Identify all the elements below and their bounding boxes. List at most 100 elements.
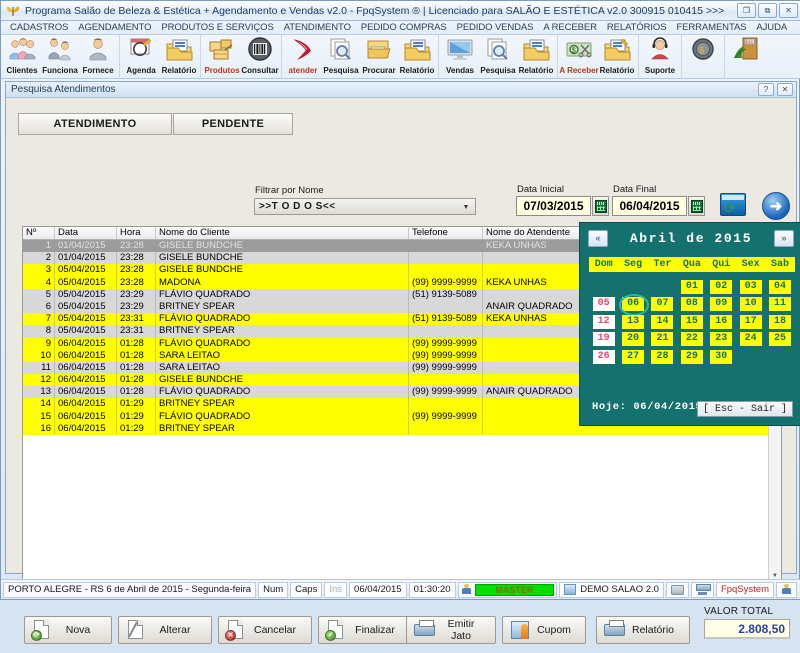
cupom-button[interactable]: Cupom: [502, 616, 586, 644]
toolbar-button-vendas[interactable]: Vendas: [441, 35, 479, 79]
calendar-day-04[interactable]: 04: [769, 279, 792, 294]
relatorio-button[interactable]: Relatório: [596, 616, 690, 644]
menu-item-pedido-compras[interactable]: PEDIDO COMPRAS: [356, 22, 452, 33]
tab-atendimento[interactable]: ATENDIMENTO: [18, 113, 172, 135]
calendar-day-13[interactable]: 13: [622, 314, 645, 329]
calendar-day-29[interactable]: 29: [680, 349, 703, 364]
calendar-day-01[interactable]: 01: [680, 279, 703, 294]
toolbar-button-fornecedores[interactable]: Fornece: [79, 35, 117, 79]
menu-item-produtos-servicos[interactable]: PRODUTOS E SERVIÇOS: [156, 22, 278, 33]
menu-item-cadastros[interactable]: CADASTROS: [5, 22, 73, 33]
calendar-day-23[interactable]: 23: [710, 332, 733, 347]
go-button[interactable]: ➜: [762, 192, 790, 220]
calendar-day-10[interactable]: 10: [739, 297, 762, 312]
toolbar-button-suporte[interactable]: Suporte: [641, 35, 679, 79]
barcode-icon: [246, 36, 274, 63]
toolbar-button-agenda-relatorio[interactable]: Relatório: [160, 35, 198, 79]
menu-item-pedido-vendas[interactable]: PEDIDO VENDAS: [452, 22, 539, 33]
close-icon[interactable]: ✕: [779, 3, 798, 18]
calendar-day-19[interactable]: 19: [592, 332, 615, 347]
toolbar-button-atender[interactable]: atender: [284, 35, 322, 79]
menu-item-agendamento[interactable]: AGENDAMENTO: [73, 22, 156, 33]
data-inicial-input[interactable]: 07/03/2015: [516, 196, 591, 216]
menu-item-ferramentas[interactable]: FERRAMENTAS: [671, 22, 751, 33]
toolbar-button-procurar[interactable]: Procurar: [360, 35, 398, 79]
data-final-input[interactable]: 06/04/2015: [612, 196, 687, 216]
toolbar-button-a-receber[interactable]: $ A Receber: [559, 35, 599, 79]
toolbar-button-produtos[interactable]: Produtos: [203, 35, 241, 79]
status-network[interactable]: [690, 581, 714, 598]
menu-item-ajuda[interactable]: AJUDA: [751, 22, 792, 33]
window-title: Programa Salão de Beleza & Estética + Ag…: [25, 4, 725, 17]
emitir-jato-button[interactable]: Emitir Jato: [406, 616, 496, 644]
toolbar-button-vendas-relatorio[interactable]: Relatório: [517, 35, 555, 79]
calendar-escape-button[interactable]: [ Esc - Sair ]: [696, 401, 793, 417]
toolbar-button-vendas-pesquisa[interactable]: Pesquisa: [479, 35, 517, 79]
calendar-day-12[interactable]: 12: [592, 314, 615, 329]
toolbar-button-exit[interactable]: EXIT: [727, 35, 765, 79]
next-month-button[interactable]: »: [774, 230, 794, 247]
column-header-telefone[interactable]: Telefone: [409, 227, 483, 239]
calendar-day-16[interactable]: 16: [710, 314, 733, 329]
calendar-day-28[interactable]: 28: [651, 349, 674, 364]
toolbar-button-atendimento-pesquisa[interactable]: Pesquisa: [322, 35, 360, 79]
status-printer[interactable]: [665, 581, 689, 598]
column-header-numero[interactable]: Nº: [23, 227, 55, 239]
calendar-day-03[interactable]: 03: [739, 279, 762, 294]
column-header-hora[interactable]: Hora: [117, 227, 156, 239]
cell-numero: 15: [23, 410, 55, 423]
alterar-button[interactable]: Alterar: [118, 616, 212, 644]
column-header-cliente[interactable]: Nome do Cliente: [156, 227, 409, 239]
toolbar-button-a-receber-relatorio[interactable]: Relatório: [598, 35, 636, 79]
column-header-data[interactable]: Data: [55, 227, 117, 239]
nova-button[interactable]: ⟳ Nova: [24, 616, 112, 644]
close-icon[interactable]: ✕: [777, 83, 793, 96]
calendar-day-06[interactable]: 06: [619, 294, 650, 317]
calendar-day-20[interactable]: 20: [622, 332, 645, 347]
calendar-picker-final-button[interactable]: [688, 196, 705, 216]
help-icon[interactable]: ?: [758, 83, 774, 96]
calendar-day-11[interactable]: 11: [769, 297, 792, 312]
refresh-button[interactable]: ⟳: [720, 193, 746, 218]
toolbar-button-funcionarios[interactable]: Funciona: [41, 35, 79, 79]
calendar-day-26[interactable]: 26: [592, 349, 615, 364]
status-caps-lock: Caps: [290, 581, 323, 598]
cell-numero: 9: [23, 337, 55, 350]
button-label: Cupom: [537, 624, 571, 636]
calendar-day-24[interactable]: 24: [739, 332, 762, 347]
tab-pendente[interactable]: PENDENTE: [173, 113, 293, 135]
calendar-day-07[interactable]: 07: [651, 297, 674, 312]
calendar-day-14[interactable]: 14: [651, 314, 674, 329]
valor-total-label: VALOR TOTAL: [704, 606, 774, 617]
calendar-day-25[interactable]: 25: [769, 332, 792, 347]
calendar-day-09[interactable]: 09: [710, 297, 733, 312]
toolbar-button-atendimento-relatorio[interactable]: Relatório: [398, 35, 436, 79]
toolbar-button-agenda[interactable]: Agenda: [122, 35, 160, 79]
calendar-day-05[interactable]: 05: [592, 297, 615, 312]
chevron-down-icon[interactable]: ▼: [459, 201, 473, 213]
calendar-day-27[interactable]: 27: [622, 349, 645, 364]
menu-item-relatorios[interactable]: RELATÓRIOS: [602, 22, 672, 33]
finalizar-button[interactable]: ✓ Finalizar: [318, 616, 412, 644]
filter-by-name-select[interactable]: >>T O D O S<< ▼: [254, 198, 476, 215]
date-picker-popup[interactable]: « Abril de 2015 » Dom Seg Ter Qua Qui Se…: [579, 222, 800, 426]
cancelar-button[interactable]: ✕ Cancelar: [218, 616, 312, 644]
toolbar-button-coin[interactable]: $: [684, 35, 722, 79]
printer-icon: [413, 619, 437, 641]
calendar-day-21[interactable]: 21: [651, 332, 674, 347]
menu-item-a-receber[interactable]: A RECEBER: [538, 22, 601, 33]
calendar-day-02[interactable]: 02: [710, 279, 733, 294]
calendar-day-22[interactable]: 22: [680, 332, 703, 347]
calendar-day-15[interactable]: 15: [680, 314, 703, 329]
calendar-day-17[interactable]: 17: [739, 314, 762, 329]
calendar-day-30[interactable]: 30: [710, 349, 733, 364]
toolbar-button-consultar[interactable]: Consultar: [241, 35, 279, 79]
calendar-cell: 15: [677, 313, 706, 331]
maximize-icon[interactable]: ⧉: [758, 3, 777, 18]
menu-item-atendimento[interactable]: ATENDIMENTO: [279, 22, 356, 33]
toolbar-button-clientes[interactable]: Clientes: [3, 35, 41, 79]
calendar-day-08[interactable]: 08: [680, 297, 703, 312]
calendar-picker-inicial-button[interactable]: [592, 196, 609, 216]
calendar-day-18[interactable]: 18: [769, 314, 792, 329]
minimize-icon[interactable]: ❐: [737, 3, 756, 18]
